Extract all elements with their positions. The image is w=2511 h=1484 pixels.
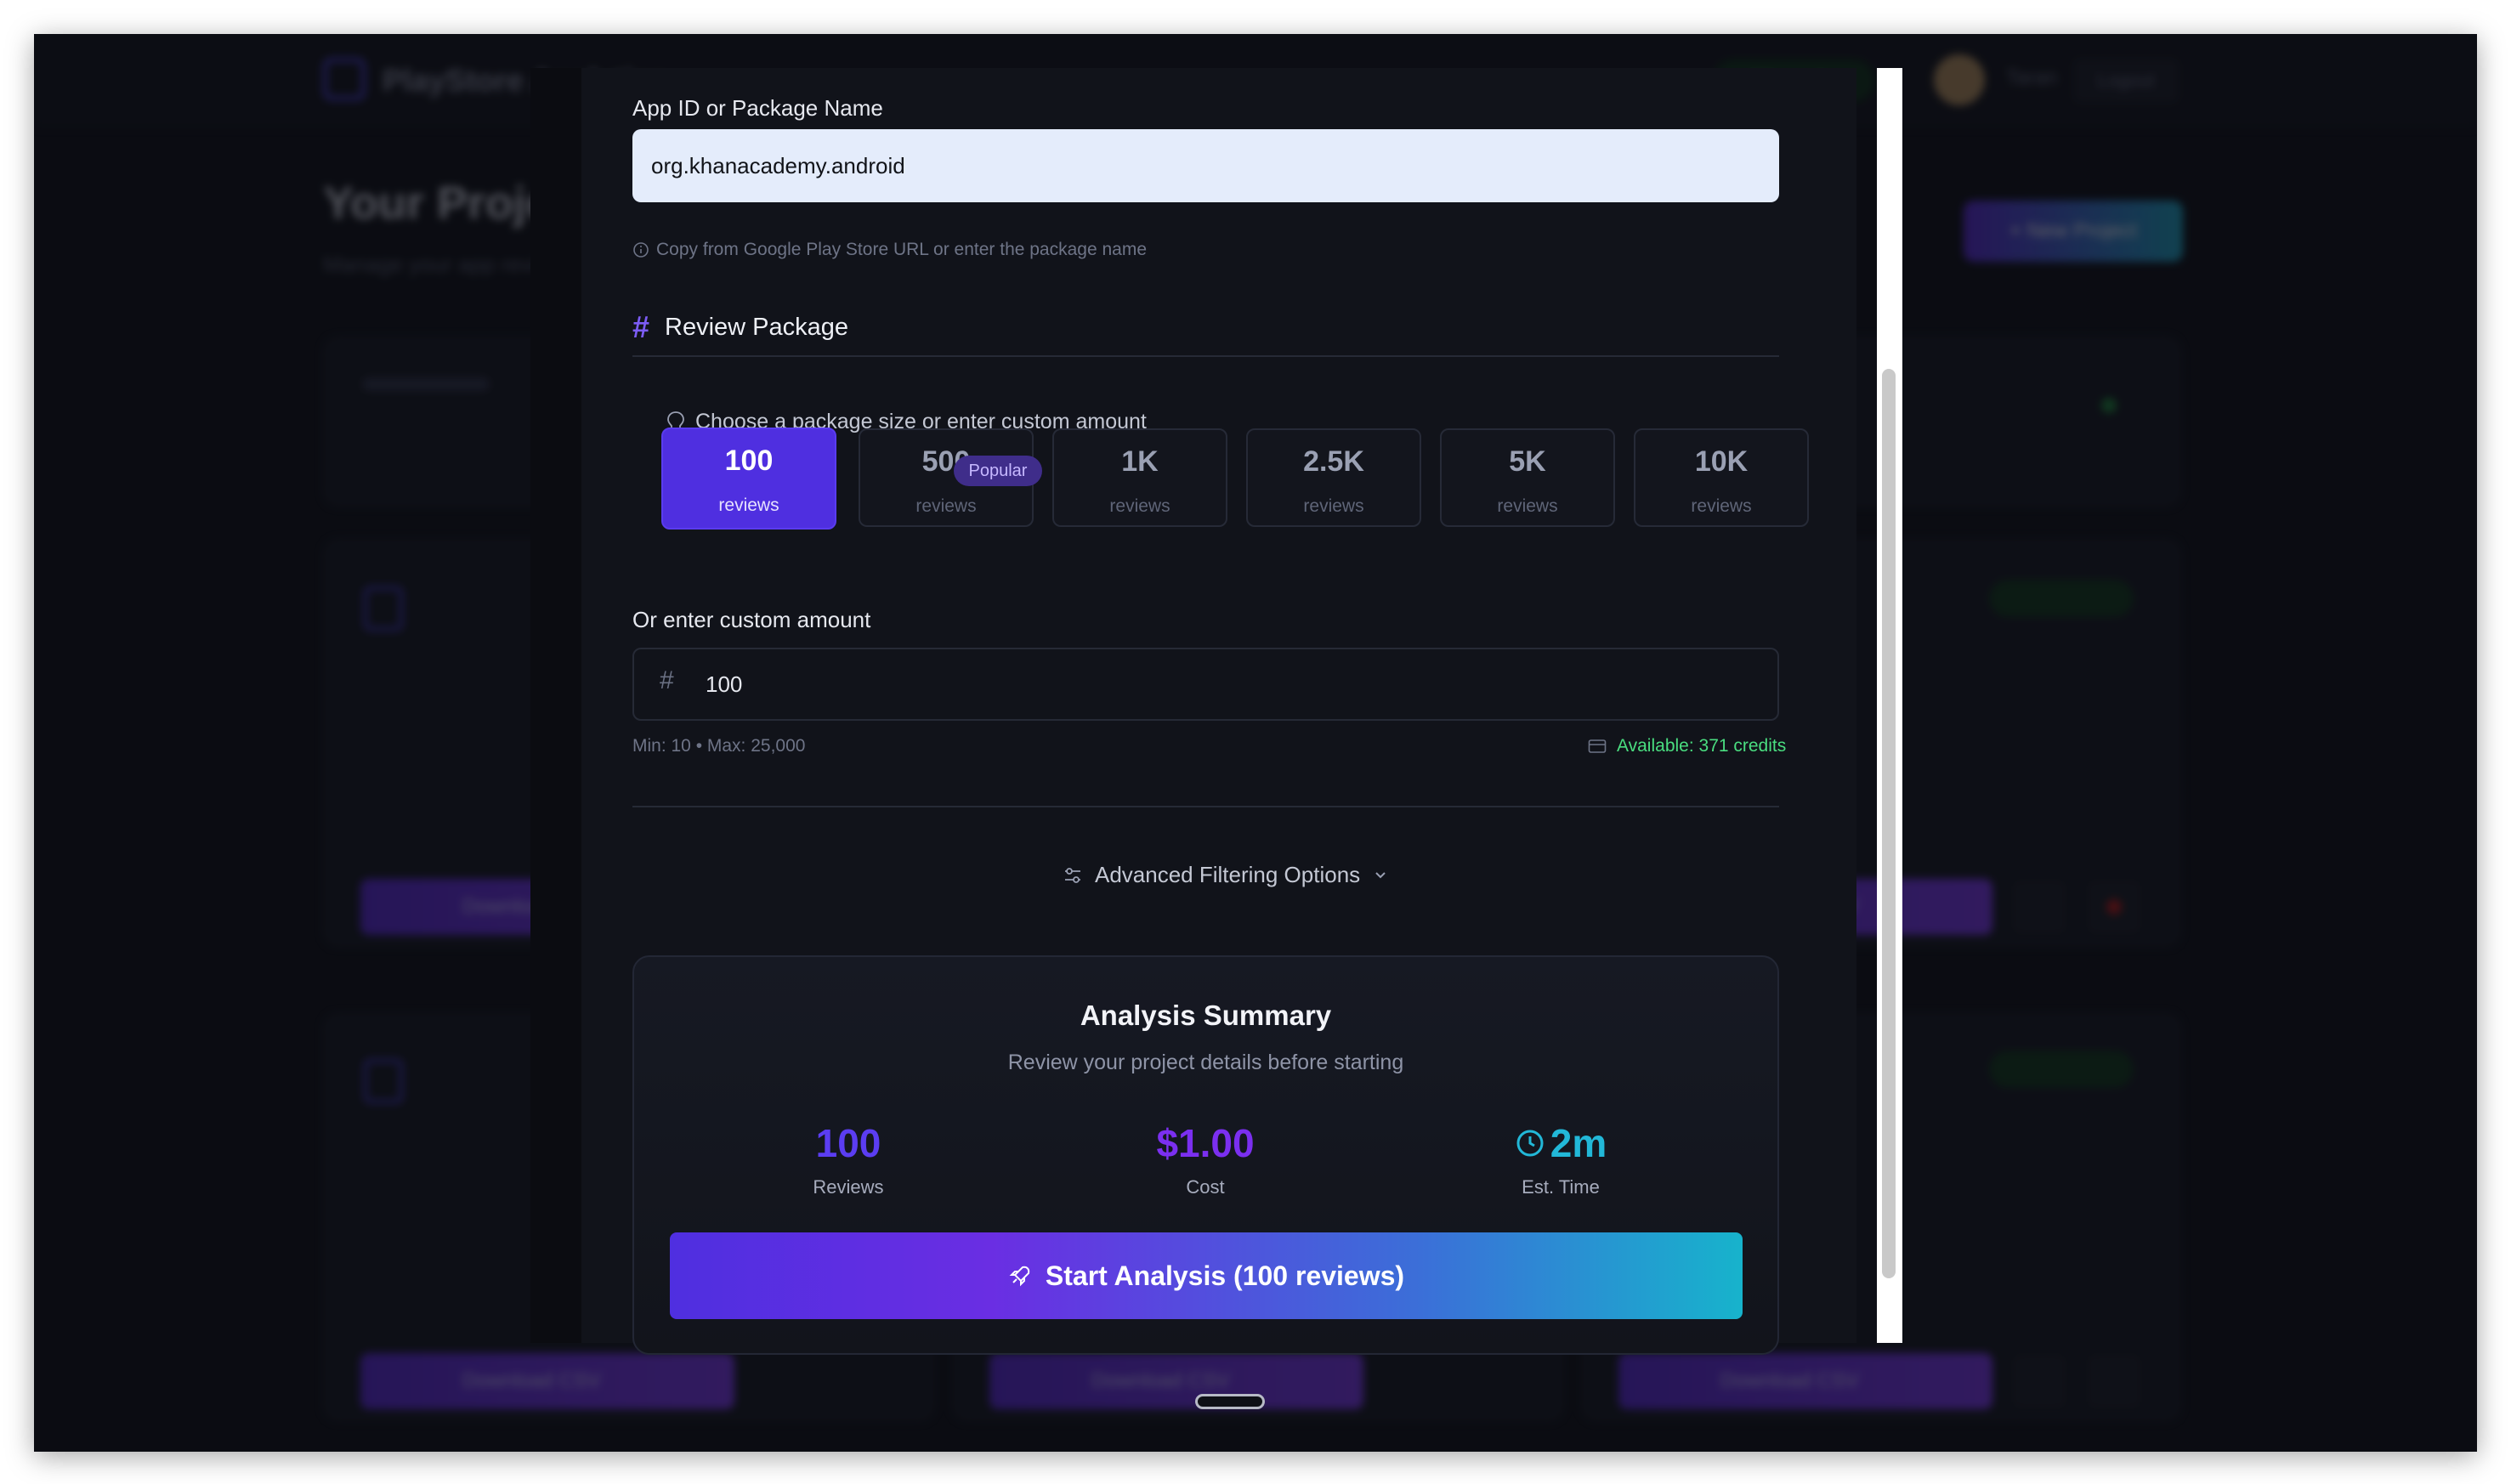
package-value: 100 <box>724 445 774 477</box>
summary-title: Analysis Summary <box>1080 1000 1332 1031</box>
review-package-title: Review Package <box>665 313 849 341</box>
resize-handle[interactable] <box>1195 1394 1265 1409</box>
available-credits: Available: 371 credits <box>1588 736 1786 756</box>
package-option-100[interactable]: 100 reviews <box>661 428 836 530</box>
stat-cost-value: $1.00 <box>1156 1121 1255 1165</box>
app-id-hint-text: Copy from Google Play Store URL or enter… <box>656 240 1148 259</box>
start-analysis-button[interactable]: Start Analysis (100 reviews) <box>670 1232 1743 1319</box>
package-option-10k[interactable]: 10K reviews <box>1634 428 1809 527</box>
package-value: 2.5K <box>1303 445 1364 478</box>
stat-reviews: 100 Reviews <box>721 1120 976 1198</box>
stat-time-value-wrap: 2m <box>1515 1120 1607 1166</box>
available-credits-text: Available: 371 credits <box>1617 736 1787 756</box>
credit-card-icon <box>1588 739 1607 753</box>
package-unit: reviews <box>1303 496 1364 516</box>
advanced-filtering-toggle[interactable]: Advanced Filtering Options <box>1063 862 1389 888</box>
min-max-text: Min: 10 • Max: 25,000 <box>632 736 806 756</box>
modal-edge <box>530 68 581 1343</box>
package-option-2-5k[interactable]: 2.5K reviews <box>1246 428 1421 527</box>
stat-reviews-value: 100 <box>815 1121 881 1165</box>
sliders-icon <box>1065 867 1080 883</box>
package-unit: reviews <box>915 496 977 516</box>
section-divider <box>632 355 1779 357</box>
hash-icon: # <box>632 309 650 344</box>
package-value: 1K <box>1121 445 1159 478</box>
custom-amount-label: Or enter custom amount <box>632 607 871 632</box>
custom-amount-field: # <box>632 648 1779 721</box>
info-icon <box>633 242 649 258</box>
popular-badge: Popular <box>954 456 1042 486</box>
stat-time-value: 2m <box>1550 1121 1607 1165</box>
stat-cost-label: Cost <box>1186 1176 1225 1198</box>
section-divider <box>632 806 1779 807</box>
stat-cost: $1.00 Cost <box>1078 1120 1333 1198</box>
package-value: 5K <box>1509 445 1546 478</box>
package-unit: reviews <box>1497 496 1558 516</box>
review-package-heading: # Review Package <box>632 309 848 345</box>
scrollbar-thumb[interactable] <box>1882 369 1896 1278</box>
app-id-label: App ID or Package Name <box>632 95 883 121</box>
custom-amount-input[interactable] <box>706 649 1726 719</box>
package-unit: reviews <box>1109 496 1170 516</box>
start-analysis-label: Start Analysis (100 reviews) <box>1045 1260 1405 1291</box>
advanced-filtering-label: Advanced Filtering Options <box>1095 862 1361 887</box>
analysis-summary-card: Analysis Summary Review your project det… <box>632 955 1779 1355</box>
package-value: 10K <box>1694 445 1749 478</box>
package-unit: reviews <box>718 496 779 515</box>
hash-icon: # <box>660 666 674 694</box>
stat-time-label: Est. Time <box>1522 1176 1600 1198</box>
package-option-5k[interactable]: 5K reviews <box>1440 428 1615 527</box>
rocket-icon <box>1009 1266 1030 1287</box>
package-option-1k[interactable]: 1K reviews <box>1052 428 1227 527</box>
summary-subtitle: Review your project details before start… <box>1007 1051 1404 1074</box>
chevron-down-icon <box>1375 871 1386 878</box>
clock-icon <box>1516 1130 1544 1157</box>
package-unit: reviews <box>1691 496 1752 516</box>
app-id-input[interactable] <box>632 129 1779 202</box>
stat-time: 2m Est. Time <box>1433 1120 1688 1198</box>
app-id-hint: Copy from Google Play Store URL or enter… <box>632 240 1147 260</box>
stat-reviews-label: Reviews <box>813 1176 884 1198</box>
